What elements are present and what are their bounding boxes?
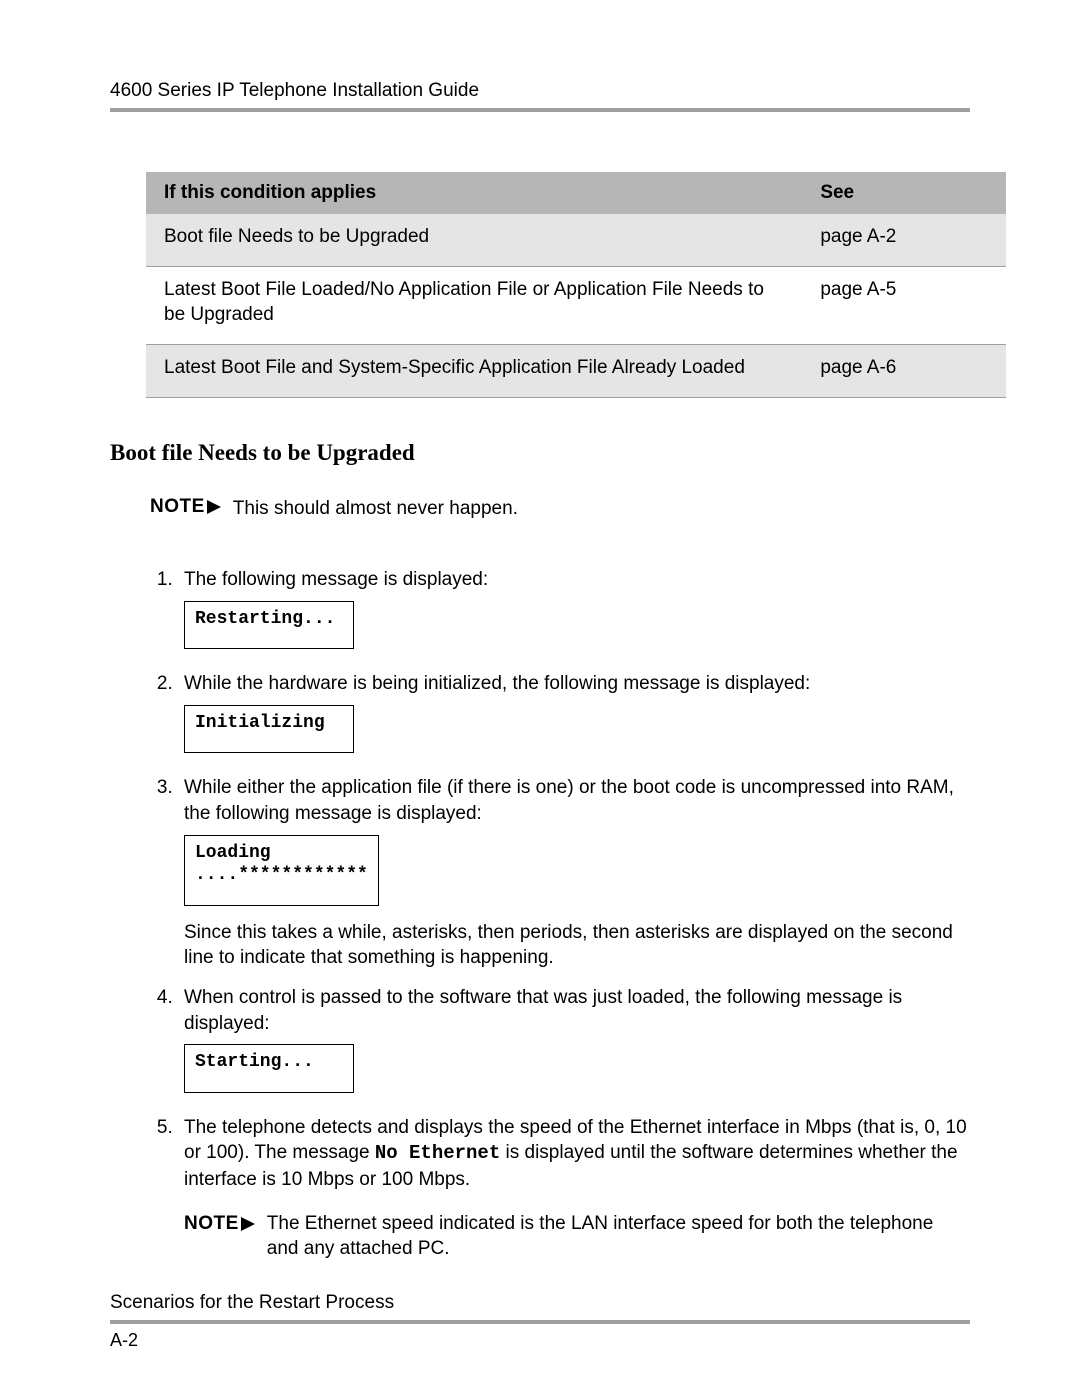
condition-table: If this condition applies See Boot file … xyxy=(146,172,1006,398)
footer-rule xyxy=(110,1320,970,1324)
footer: Scenarios for the Restart Process A-2 xyxy=(110,1292,970,1351)
display-box: Starting... xyxy=(184,1044,354,1093)
step-text: While the hardware is being initialized,… xyxy=(184,671,970,697)
note-text: This should almost never happen. xyxy=(233,496,970,522)
note-block: NOTE This should almost never happen. xyxy=(150,496,970,522)
table-cell-see: page A-5 xyxy=(802,266,1006,344)
table-header-condition: If this condition applies xyxy=(146,172,802,214)
arrow-right-icon xyxy=(207,500,221,514)
note-label-text: NOTE xyxy=(184,1211,239,1237)
footer-page-number: A-2 xyxy=(110,1330,970,1351)
table-cell-condition: Latest Boot File Loaded/No Application F… xyxy=(146,266,802,344)
table-header-see: See xyxy=(802,172,1006,214)
list-item: When control is passed to the software t… xyxy=(178,985,970,1101)
arrow-right-icon xyxy=(241,1217,255,1231)
step-text: While either the application file (if th… xyxy=(184,775,970,826)
steps-list: The following message is displayed: Rest… xyxy=(110,567,970,1262)
header-rule xyxy=(110,108,970,112)
note-text: The Ethernet speed indicated is the LAN … xyxy=(267,1211,970,1262)
table-cell-condition: Latest Boot File and System-Specific App… xyxy=(146,344,802,397)
inline-code: No Ethernet xyxy=(375,1142,500,1164)
list-item: The following message is displayed: Rest… xyxy=(178,567,970,657)
display-box: Restarting... xyxy=(184,601,354,650)
table-cell-see: page A-2 xyxy=(802,214,1006,266)
note-label: NOTE xyxy=(150,496,221,518)
nested-note: NOTE The Ethernet speed indicated is the… xyxy=(184,1211,970,1262)
table-row: Boot file Needs to be Upgraded page A-2 xyxy=(146,214,1006,266)
step-paragraph: Since this takes a while, asterisks, the… xyxy=(184,920,970,971)
step-text: The following message is displayed: xyxy=(184,567,970,593)
note-label: NOTE xyxy=(184,1211,255,1237)
step-text: When control is passed to the software t… xyxy=(184,985,970,1036)
display-box: Initializing xyxy=(184,705,354,754)
display-box: Loading ....************ xyxy=(184,835,379,906)
list-item: The telephone detects and displays the s… xyxy=(178,1115,970,1262)
section-heading: Boot file Needs to be Upgraded xyxy=(110,440,970,466)
note-label-text: NOTE xyxy=(150,496,205,518)
table-cell-see: page A-6 xyxy=(802,344,1006,397)
table-row: Latest Boot File and System-Specific App… xyxy=(146,344,1006,397)
list-item: While either the application file (if th… xyxy=(178,775,970,971)
page: 4600 Series IP Telephone Installation Gu… xyxy=(0,0,1080,1397)
table-row: Latest Boot File Loaded/No Application F… xyxy=(146,266,1006,344)
table-cell-condition: Boot file Needs to be Upgraded xyxy=(146,214,802,266)
footer-title: Scenarios for the Restart Process xyxy=(110,1292,970,1314)
list-item: While the hardware is being initialized,… xyxy=(178,671,970,761)
step-text: The telephone detects and displays the s… xyxy=(184,1115,970,1193)
header-title: 4600 Series IP Telephone Installation Gu… xyxy=(110,80,970,102)
